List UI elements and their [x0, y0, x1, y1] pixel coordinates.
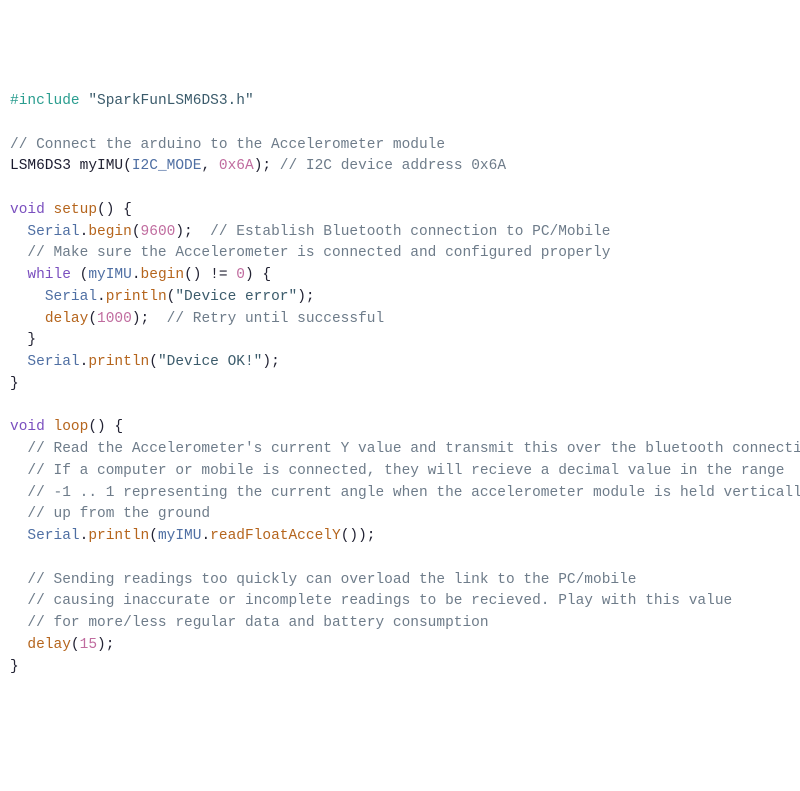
keyword: void — [10, 202, 45, 218]
blank-line — [10, 396, 790, 418]
keyword: while — [27, 267, 71, 283]
number-literal: 1000 — [97, 311, 132, 327]
function-name: delay — [45, 311, 89, 327]
comment: // Establish Bluetooth connection to PC/… — [210, 224, 610, 240]
comment: // for more/less regular data and batter… — [27, 615, 488, 631]
type-name: LSM6DS3 — [10, 158, 71, 174]
blank-line — [10, 548, 790, 570]
code-line: while (myIMU.begin() != 0) { — [10, 265, 790, 287]
code-line: Serial.begin(9600); // Establish Bluetoo… — [10, 222, 790, 244]
code-line: delay(15); — [10, 635, 790, 657]
identifier: Serial — [27, 528, 79, 544]
code-line: // Sending readings too quickly can over… — [10, 570, 790, 592]
identifier: myIMU — [88, 267, 132, 283]
code-line: LSM6DS3 myIMU(I2C_MODE, 0x6A); // I2C de… — [10, 156, 790, 178]
code-line: // -1 .. 1 representing the current angl… — [10, 483, 790, 505]
comment: // I2C device address 0x6A — [280, 158, 506, 174]
preprocessor-directive: #include — [10, 93, 80, 109]
code-line: // Make sure the Accelerometer is connec… — [10, 243, 790, 265]
function-name: loop — [54, 419, 89, 435]
comment: // Read the Accelerometer's current Y va… — [27, 441, 800, 457]
function-name: begin — [88, 224, 132, 240]
comment: // causing inaccurate or incomplete read… — [27, 593, 732, 609]
code-line: // up from the ground — [10, 504, 790, 526]
identifier: Serial — [27, 224, 79, 240]
function-name: println — [106, 289, 167, 305]
code-line: // for more/less regular data and batter… — [10, 613, 790, 635]
function-name: begin — [141, 267, 185, 283]
code-line: // If a computer or mobile is connected,… — [10, 461, 790, 483]
code-line: Serial.println("Device OK!"); — [10, 352, 790, 374]
function-name: readFloatAccelY — [210, 528, 341, 544]
code-line: // Read the Accelerometer's current Y va… — [10, 439, 790, 461]
code-line: void loop() { — [10, 417, 790, 439]
number-literal: 9600 — [141, 224, 176, 240]
code-line: } — [10, 330, 790, 352]
identifier: myIMU — [158, 528, 202, 544]
function-name: delay — [27, 637, 71, 653]
comment: // up from the ground — [27, 506, 210, 522]
identifier: Serial — [45, 289, 97, 305]
number-literal: 0x6A — [219, 158, 254, 174]
identifier: I2C_MODE — [132, 158, 202, 174]
code-block: #include "SparkFunLSM6DS3.h" // Connect … — [10, 91, 790, 678]
comment: // Connect the arduino to the Accelerome… — [10, 137, 445, 153]
code-line: void setup() { — [10, 200, 790, 222]
comment: // -1 .. 1 representing the current angl… — [27, 485, 800, 501]
code-line: } — [10, 657, 790, 679]
code-line: Serial.println(myIMU.readFloatAccelY()); — [10, 526, 790, 548]
code-line: // Connect the arduino to the Accelerome… — [10, 135, 790, 157]
function-name: println — [88, 528, 149, 544]
code-line: delay(1000); // Retry until successful — [10, 309, 790, 331]
code-line: } — [10, 374, 790, 396]
blank-line — [10, 113, 790, 135]
function-name: setup — [54, 202, 98, 218]
identifier: Serial — [27, 354, 79, 370]
code-line: Serial.println("Device error"); — [10, 287, 790, 309]
keyword: void — [10, 419, 45, 435]
number-literal: 0 — [236, 267, 245, 283]
string-literal: "Device OK!" — [158, 354, 262, 370]
comment: // Make sure the Accelerometer is connec… — [27, 245, 610, 261]
string-literal: "Device error" — [175, 289, 297, 305]
comment: // Sending readings too quickly can over… — [27, 572, 636, 588]
number-literal: 15 — [80, 637, 97, 653]
comment: // If a computer or mobile is connected,… — [27, 463, 784, 479]
code-line: // causing inaccurate or incomplete read… — [10, 591, 790, 613]
blank-line — [10, 178, 790, 200]
code-line: #include "SparkFunLSM6DS3.h" — [10, 91, 790, 113]
include-header: "SparkFunLSM6DS3.h" — [88, 93, 253, 109]
comment: // Retry until successful — [167, 311, 385, 327]
function-name: println — [88, 354, 149, 370]
